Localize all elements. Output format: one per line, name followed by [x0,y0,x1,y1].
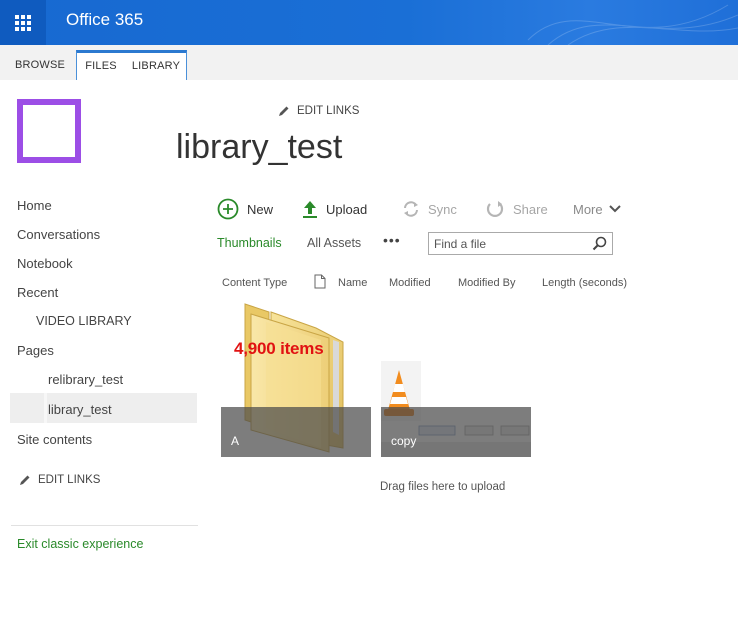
nav-item-notebook[interactable]: Notebook [17,256,73,271]
folder-tile[interactable]: A 4,900 items [221,300,371,457]
page-title: library_test [176,128,343,166]
item-count-label: 4,900 items [234,339,324,358]
more-button[interactable]: More [573,197,622,221]
tab-files[interactable]: FILES [78,52,124,80]
tile-caption-bar [221,407,371,457]
column-content-type[interactable]: Content Type [222,277,287,289]
add-circle-icon [217,198,239,220]
search-icon[interactable] [592,236,607,251]
upload-button-label: Upload [326,201,368,217]
tile-label: A [231,434,240,448]
nav-divider [11,525,198,526]
exit-classic-link[interactable]: Exit classic experience [17,537,143,551]
share-button-label: Share [513,201,548,217]
nav-item-conversations[interactable]: Conversations [17,227,100,242]
nav-item-site-contents[interactable]: Site contents [17,432,92,447]
nav-item-recent[interactable]: Recent [17,285,58,300]
upload-icon [303,201,317,218]
column-modified-by[interactable]: Modified By [458,277,515,289]
share-button[interactable]: Share [485,197,548,221]
view-all-assets[interactable]: All Assets [307,236,361,250]
nav-edit-links[interactable]: EDIT LINKS [19,474,100,486]
search-input[interactable] [429,233,579,254]
waffle-icon [15,14,31,31]
suite-bar: Office 365 [0,0,738,45]
document-icon[interactable] [314,274,326,289]
tab-browse[interactable]: BROWSE [6,50,74,80]
nav-item-pages[interactable]: Pages [17,343,54,358]
upload-button[interactable]: Upload [302,197,367,221]
upload-drop-hint: Drag files here to upload [380,481,506,493]
nav-item-library-test[interactable]: library_test [48,402,112,417]
new-button-label: New [247,201,274,217]
sync-icon [404,201,418,217]
nav-edit-links-label: EDIT LINKS [38,474,101,486]
nav-item-home[interactable]: Home [17,198,52,213]
suite-bar-pattern [527,4,738,45]
search-box [428,232,613,255]
nav-item-relibrary-test[interactable]: relibrary_test [48,372,123,387]
ribbon: BROWSE FILES LIBRARY [0,45,738,80]
app-launcher-button[interactable] [0,0,46,45]
nav-item-video-library[interactable]: VIDEO LIBRARY [36,314,132,328]
site-logo-inner [23,105,75,157]
column-modified[interactable]: Modified [389,277,431,289]
share-icon [486,201,504,217]
more-button-label: More [573,201,603,217]
video-tile[interactable]: copy [381,300,531,457]
more-views-ellipsis[interactable]: ••• [383,232,401,248]
top-edit-links-label: EDIT LINKS [297,105,360,117]
column-length[interactable]: Length (seconds) [542,277,627,289]
tile-label: copy [391,434,417,448]
sync-button[interactable]: Sync [402,197,457,221]
column-name[interactable]: Name [338,277,367,289]
sync-button-label: Sync [428,201,457,217]
tile-caption-bar [381,407,531,457]
pencil-icon [20,475,30,485]
tab-library[interactable]: LIBRARY [126,52,186,80]
site-logo[interactable] [17,99,81,163]
chevron-down-icon [608,205,621,213]
top-edit-links[interactable]: EDIT LINKS [278,105,359,117]
suite-title[interactable]: Office 365 [66,10,143,30]
view-thumbnails[interactable]: Thumbnails [217,236,282,250]
new-button[interactable]: New [217,197,273,221]
pencil-icon [279,106,289,116]
